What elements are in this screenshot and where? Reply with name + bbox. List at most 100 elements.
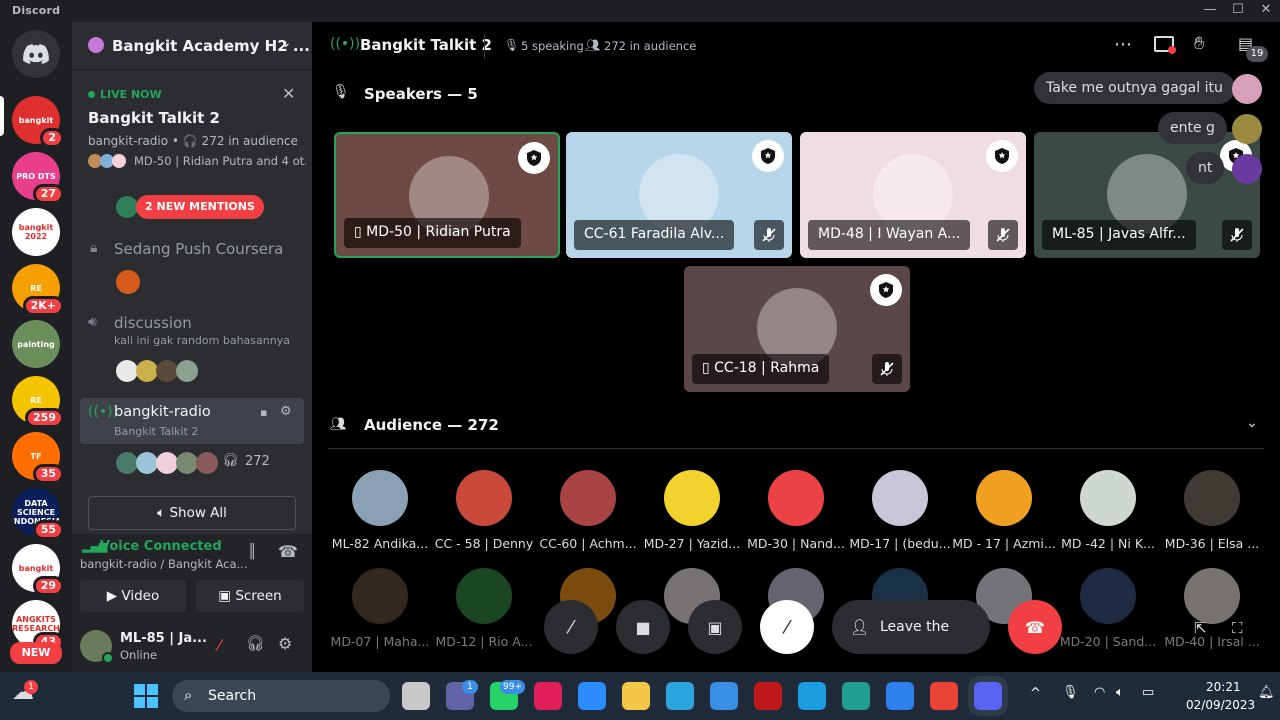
speaker-name: CC-18 | Rahma [714,360,820,376]
new-servers-pill[interactable]: NEW [10,642,62,664]
close-window-button[interactable]: ✕ [1252,2,1280,20]
unread-badge: 27 [32,184,64,204]
headphones-icon[interactable]: 🎧︎ [246,634,265,652]
audience-member[interactable]: MD - 17 | Azmi... [949,470,1059,551]
server-icon[interactable]: PRO DTS 27 [12,152,64,204]
windows-taskbar: ☁︎ 1 ⌕ Search 1 99+ ^ 🎙︎ ◠ 🔈︎ ▭ 20:21 02/… [0,672,1280,720]
audience-member[interactable]: CC - 58 | Denny [429,470,539,551]
audience-member[interactable]: MD-12 | Rio A... [429,568,539,649]
chat-icon[interactable]: ▪ [260,406,267,419]
voice-channel[interactable]: bangkit-radio / Bangkit Aca... [80,557,248,571]
audience-member[interactable]: MD-27 | Yazid... [637,470,747,551]
server-header[interactable]: Bangkit Academy H2 ... ⌄ [72,22,312,70]
audience-member[interactable]: ML-82 Andika... [325,470,435,551]
audience-avatar [1184,470,1240,526]
channel-item-bangkit-radio[interactable]: ((•)) bangkit-radio Bangkit Talkit 2 ▪ ⚙ [80,398,304,444]
chrome-icon[interactable] [930,682,958,710]
speaker-tile[interactable]: ML-85 | Javas Alfr... [1034,132,1260,258]
server-icon[interactable]: bangkit 2 [12,96,64,148]
avatar [196,452,218,474]
file-explorer-icon[interactable] [622,682,650,710]
audience-count: 272 in audience [604,39,697,53]
battery-icon[interactable]: ▭ [1142,685,1154,700]
unread-badge: 35 [32,464,64,484]
speaking-count: 5 speaking [521,39,584,53]
raise-hand-icon[interactable]: ✋︎ [1194,33,1204,54]
gear-icon[interactable]: ⚙ [280,404,292,419]
chevron-up-icon[interactable]: ^ [1030,686,1041,701]
mic-muted-icon[interactable]: ⁄ [218,636,221,655]
audience-member[interactable]: MD-40 | Irsal ... [1157,568,1267,649]
maximize-button[interactable]: ☐ [1224,2,1252,20]
show-all-button[interactable]: 🔈︎ Show All [88,496,296,530]
windows-start-icon[interactable] [134,684,158,708]
edge-icon[interactable] [842,682,870,710]
screen-share-icon[interactable] [1154,36,1176,54]
zoom-icon[interactable] [578,682,606,710]
vscode-icon[interactable] [886,682,914,710]
collapse-chevron-icon[interactable]: ⌄ [1246,415,1258,431]
close-icon[interactable]: ✕ [282,84,295,103]
mute-button[interactable]: ⁄ [544,600,598,654]
server-icon[interactable]: DATA SCIENCE INDONESIA55 [12,488,64,540]
mic-icon[interactable]: 🎙︎ [1062,685,1079,700]
audience-member[interactable]: MD-20 | Sand... [1053,568,1163,649]
clock-date[interactable]: 02/09/2023 [1186,698,1255,712]
audience-name: MD -42 | Ni K... [1061,536,1155,551]
leave-stage-button[interactable]: 👤︎Leave the Stage [832,600,990,689]
user-settings-gear-icon[interactable]: ⚙ [278,634,292,653]
store-icon[interactable] [710,682,738,710]
audience-member[interactable]: MD-36 | Elsa ... [1157,470,1267,551]
minimize-button[interactable]: — [1196,2,1224,20]
audience-member[interactable]: CC-60 | Achm... [533,470,643,551]
share-screen-button[interactable]: ▣ [688,600,742,654]
wifi-icon[interactable]: ◠ [1094,685,1105,700]
taskbar-search-box[interactable]: ⌕ Search [172,680,390,712]
speak-toggle-button[interactable]: ⁄ [760,600,814,654]
audience-avatar [456,470,512,526]
speaker-tile[interactable]: CC-61 Faradila Alv... [566,132,792,258]
task-view-icon[interactable] [402,682,430,710]
slack-icon[interactable] [534,682,562,710]
speaker-tile[interactable]: ▯ CC-18 | Rahma [684,266,910,392]
server-icon[interactable]: RE 2K+ [12,264,64,316]
camera-button[interactable]: ■ [616,600,670,654]
discord-taskbar-icon[interactable] [968,676,1008,716]
chat-bubble: Take me outnya gagal itu [1034,72,1235,104]
speaker-tile[interactable]: ▯ MD-50 | Ridian Putra [334,132,560,258]
mcafee-icon[interactable] [754,682,782,710]
home-button[interactable] [12,30,60,78]
audience-member[interactable]: MD-30 | Nand... [741,470,851,551]
server-icon[interactable]: ANGKITS RESEARCH43 [12,600,64,652]
server-icon[interactable]: RE 259 [12,376,64,428]
server-icon[interactable]: painting [12,320,60,368]
camera-icon: ■ [635,617,651,637]
divider [328,448,1264,449]
telegram-icon[interactable] [666,682,694,710]
video-button[interactable]: ▶ Video [80,580,186,612]
speaker-name-tag: ▯ MD-50 | Ridian Putra [344,218,521,248]
disconnect-icon[interactable]: ☎ [278,542,298,561]
popout-icon[interactable]: ⇱ [1194,619,1207,637]
server-icon[interactable]: bangkit 29 [12,544,64,596]
volume-icon[interactable]: 🔈︎ [1116,685,1124,700]
screen-share-button[interactable]: ▣ Screen [196,580,304,612]
server-icon[interactable]: TF 35 [12,432,64,484]
notification-bell-icon[interactable]: 🔔︎ [1258,685,1275,700]
weather-badge: 1 [24,680,38,694]
audience-member[interactable]: MD-07 | Maha... [325,568,435,649]
user-name: ML-85 | Ja... [120,631,207,646]
clock-time[interactable]: 20:21 [1206,680,1241,694]
audience-member[interactable]: MD-17 | (bedu... [845,470,955,551]
live-dot-icon [88,91,95,98]
noise-suppression-icon[interactable]: ║ [248,544,256,560]
speaker-tile[interactable]: MD-48 | I Wayan A... [800,132,1026,258]
fullscreen-icon[interactable]: ⛶ [1232,619,1243,637]
disconnect-button[interactable]: ☎ [1008,600,1062,654]
help-icon[interactable] [798,682,826,710]
server-icon[interactable]: bangkit 2022 [12,208,60,256]
more-options-icon[interactable]: ⋯ [1114,34,1132,55]
chevron-down-icon: ⌄ [280,35,292,51]
new-mentions-pill[interactable]: 2 NEW MENTIONS [136,195,264,219]
audience-member[interactable]: MD -42 | Ni K... [1053,470,1163,551]
